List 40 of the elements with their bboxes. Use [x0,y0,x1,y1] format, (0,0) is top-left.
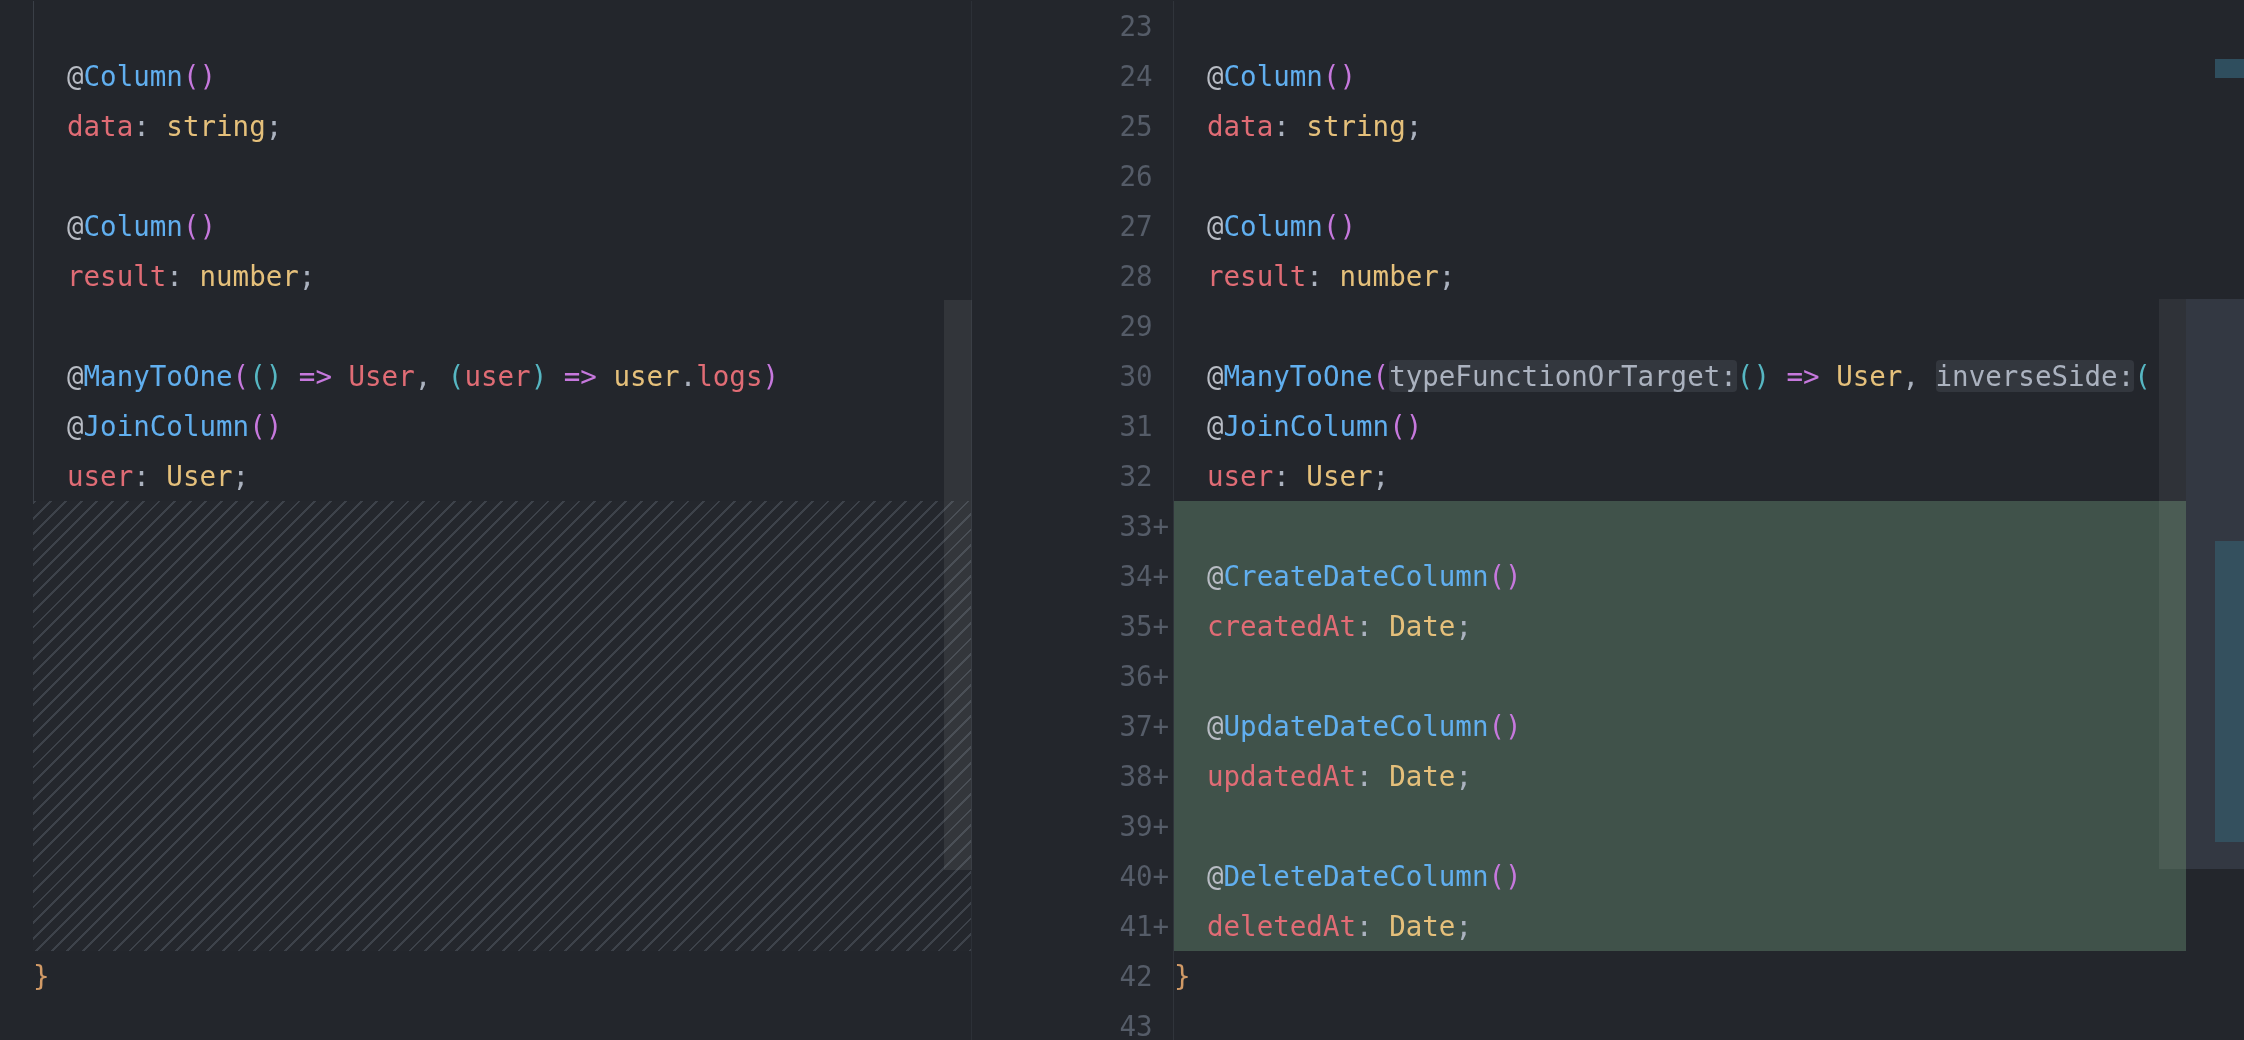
code-line: data: string; [1206,109,1424,144]
line-number: 27 [1119,209,1154,244]
line-number: 41+ [1119,909,1169,944]
line-number: 36+ [1119,659,1169,694]
line-number: 39+ [1119,809,1169,844]
code-line: user: User; [66,459,251,494]
scrollbar-thumb[interactable] [2159,299,2186,869]
line-number: 31 [1119,409,1154,444]
line-number: 29 [1119,309,1154,344]
code-line: result: number; [66,259,317,294]
code-line: } [33,959,51,994]
change-marker [2215,59,2244,78]
code-line: @Column() [66,209,218,244]
line-number: 33+ [1119,509,1169,544]
code-line: @JoinColumn() [66,409,284,444]
code-line: @Column() [1206,59,1358,94]
code-line: } [1174,959,1192,994]
line-number: 24 [1119,59,1154,94]
code-line: @ManyToOne(() => User, (user) => user.logs) [66,359,781,394]
code-line: @JoinColumn() [1206,409,1424,444]
line-number: 23 [1119,9,1154,44]
line-number: 32 [1119,459,1154,494]
scrollbar-thumb[interactable] [944,300,972,870]
line-number: 26 [1119,159,1154,194]
line-number: 34+ [1119,559,1169,594]
line-number: 30 [1119,359,1154,394]
code-line: result: number; [1206,259,1457,294]
code-line: user: User; [1206,459,1391,494]
line-number: 37+ [1119,709,1169,744]
line-number: 25 [1119,109,1154,144]
code-line: data: string; [66,109,284,144]
line-number: 42 [1119,959,1154,994]
code-line: @ManyToOne(typeFunctionOrTarget:() => User, inverseSide:( [1206,359,2152,394]
line-number: 43 [1119,1009,1154,1040]
line-number: 28 [1119,259,1154,294]
line-number: 35+ [1119,609,1169,644]
line-number: 38+ [1119,759,1169,794]
code-line: @Column() [1206,209,1358,244]
line-number: 40+ [1119,859,1169,894]
code-line: @Column() [66,59,218,94]
